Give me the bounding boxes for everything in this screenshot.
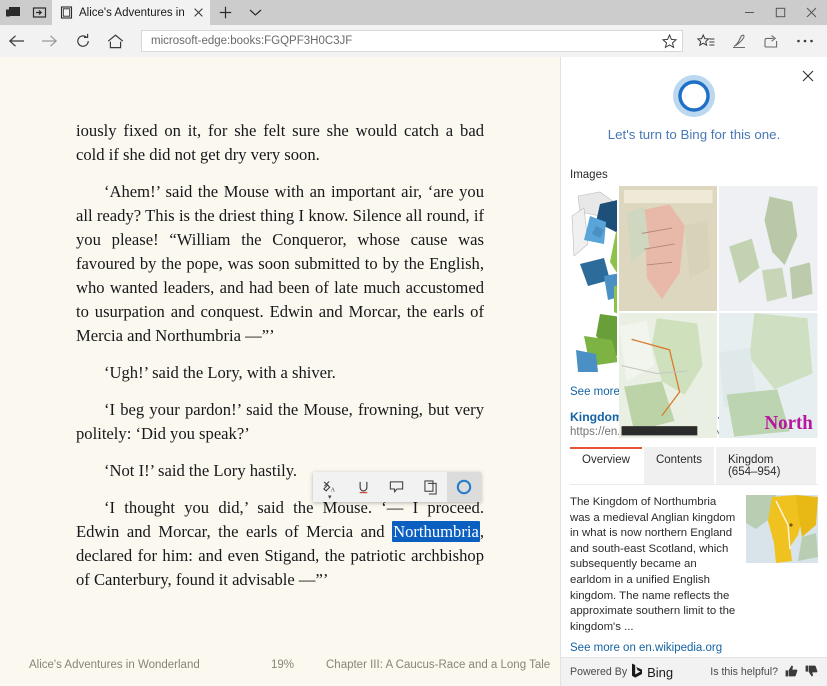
book-text[interactable]: iously fixed on it, for she felt sure sh… xyxy=(0,57,560,593)
result-tab-contents[interactable]: Contents xyxy=(643,447,714,484)
thumbs-up-icon[interactable] xyxy=(785,665,798,680)
cortana-results-scroll[interactable]: Images North See more images Kingdom Ove… xyxy=(561,157,827,657)
more-ellipsis-icon[interactable] xyxy=(788,25,821,57)
browser-tab[interactable]: Alice's Adventures in W xyxy=(52,0,210,25)
close-icon[interactable] xyxy=(796,0,827,25)
bing-logo-icon xyxy=(631,663,643,681)
share-icon[interactable] xyxy=(755,25,788,57)
image-thumbnail[interactable] xyxy=(618,313,718,438)
book-paragraph: iously fixed on it, for she felt sure sh… xyxy=(76,119,484,167)
book-paragraph: ‘I beg your pardon!’ said the Mouse, fro… xyxy=(76,398,484,446)
window-controls xyxy=(734,0,827,25)
url-text[interactable]: microsoft-edge:books:FGQPF3H0C3JF xyxy=(151,35,660,47)
selected-text[interactable]: Northumbria xyxy=(392,521,480,542)
image-thumbnail[interactable] xyxy=(618,186,718,311)
result-tab-overview[interactable]: Overview xyxy=(570,447,642,484)
cortana-header: Let's turn to Bing for this one. xyxy=(561,57,827,142)
result-snippet-text: The Kingdom of Northumbria was a medieva… xyxy=(570,496,736,633)
image-thumbnail[interactable] xyxy=(719,186,819,311)
title-tab-bar: Alice's Adventures in W xyxy=(0,0,827,25)
star-icon[interactable] xyxy=(660,32,678,50)
tab-menu-chevron-down-icon[interactable] xyxy=(240,0,270,25)
bing-brand-label: Bing xyxy=(647,664,674,680)
minimize-icon[interactable] xyxy=(734,0,765,25)
maximize-icon[interactable] xyxy=(765,0,796,25)
images-section-label: Images xyxy=(570,169,608,181)
result-tab-strip: Overview Contents Kingdom (654–954) xyxy=(570,447,818,485)
image-results-column: North xyxy=(618,186,819,438)
back-arrow-icon[interactable] xyxy=(0,25,33,57)
web-note-pen-icon[interactable] xyxy=(722,25,755,57)
book-text-run: ‘Ahem!’ said the Mouse with an important… xyxy=(76,182,484,345)
cortana-insights-panel: Let's turn to Bing for this one. Images xyxy=(560,57,827,686)
cortana-close-icon[interactable] xyxy=(795,63,821,89)
cortana-footer: Powered By Bing Is this helpful? xyxy=(561,657,827,686)
powered-by-label: Powered By xyxy=(570,666,628,678)
reading-progress-label: 19% xyxy=(271,659,295,671)
svg-text:North: North xyxy=(765,412,814,433)
comment-tool-button[interactable] xyxy=(380,472,414,502)
toolbar-actions xyxy=(689,25,821,57)
refresh-icon[interactable] xyxy=(66,25,99,57)
book-footer: Alice's Adventures in Wonderland 19% Cha… xyxy=(0,644,560,686)
navigation-toolbar: microsoft-edge:books:FGQPF3H0C3JF xyxy=(0,25,827,57)
thumbs-down-icon[interactable] xyxy=(805,665,818,680)
new-tab-button[interactable] xyxy=(210,0,240,25)
image-thumbnail[interactable] xyxy=(570,186,617,379)
book-title-label: Alice's Adventures in Wonderland xyxy=(29,659,200,671)
image-thumbnail[interactable]: North xyxy=(719,313,819,438)
copy-tool-button[interactable] xyxy=(414,472,448,502)
favorites-hub-icon[interactable] xyxy=(689,25,722,57)
tab-close-icon[interactable] xyxy=(190,5,206,21)
selection-context-toolbar: A ▾ xyxy=(313,472,481,502)
image-results-row xyxy=(618,186,819,311)
powered-by-block: Powered By Bing xyxy=(570,663,673,681)
cortana-ring-icon xyxy=(672,74,716,118)
helpful-label: Is this helpful? xyxy=(710,666,778,678)
result-tab-kingdom-654-954[interactable]: Kingdom (654–954) xyxy=(715,447,816,484)
cortana-tool-button[interactable] xyxy=(447,472,481,502)
image-results-grid: North xyxy=(570,186,819,438)
underline-tool-button[interactable] xyxy=(347,472,381,502)
set-tabs-aside-icon[interactable] xyxy=(0,0,26,25)
book-icon xyxy=(60,6,73,19)
book-reader-page: iously fixed on it, for she felt sure sh… xyxy=(0,57,560,686)
cortana-headline: Let's turn to Bing for this one. xyxy=(607,127,781,142)
book-text-run: iously fixed on it, for she felt sure sh… xyxy=(76,121,484,164)
book-text-run: ‘Ugh!’ said the Lory, with a shiver. xyxy=(104,363,336,382)
book-text-run: ‘I beg your pardon!’ said the Mouse, fro… xyxy=(76,400,484,443)
result-map-thumbnail[interactable] xyxy=(746,495,818,563)
book-paragraph: ‘I thought you did,’ said the Mouse. ‘— … xyxy=(76,496,484,592)
result-snippet-block: The Kingdom of Northumbria was a medieva… xyxy=(561,485,827,635)
chapter-label: Chapter III: A Caucus-Race and a Long Ta… xyxy=(326,659,551,671)
chevron-down-icon[interactable]: ▾ xyxy=(328,494,332,501)
forward-arrow-icon[interactable] xyxy=(33,25,66,57)
book-text-run: ‘Not I!’ said the Lory hastily. xyxy=(104,461,298,480)
see-more-wikipedia-link[interactable]: See more on en.wikipedia.org xyxy=(561,635,827,654)
edge-browser-window: Alice's Adventures in W xyxy=(0,0,827,686)
book-paragraph: ‘Ahem!’ said the Mouse with an important… xyxy=(76,180,484,348)
tabs-set-aside-icon[interactable] xyxy=(26,0,52,25)
book-paragraph: ‘Ugh!’ said the Lory, with a shiver. xyxy=(76,361,484,385)
address-bar[interactable]: microsoft-edge:books:FGQPF3H0C3JF xyxy=(141,30,683,52)
home-icon[interactable] xyxy=(99,25,132,57)
tab-title: Alice's Adventures in W xyxy=(79,6,184,19)
helpful-feedback: Is this helpful? xyxy=(710,665,818,680)
highlight-tool-button[interactable]: A ▾ xyxy=(313,472,347,502)
svg-text:A: A xyxy=(331,487,336,493)
